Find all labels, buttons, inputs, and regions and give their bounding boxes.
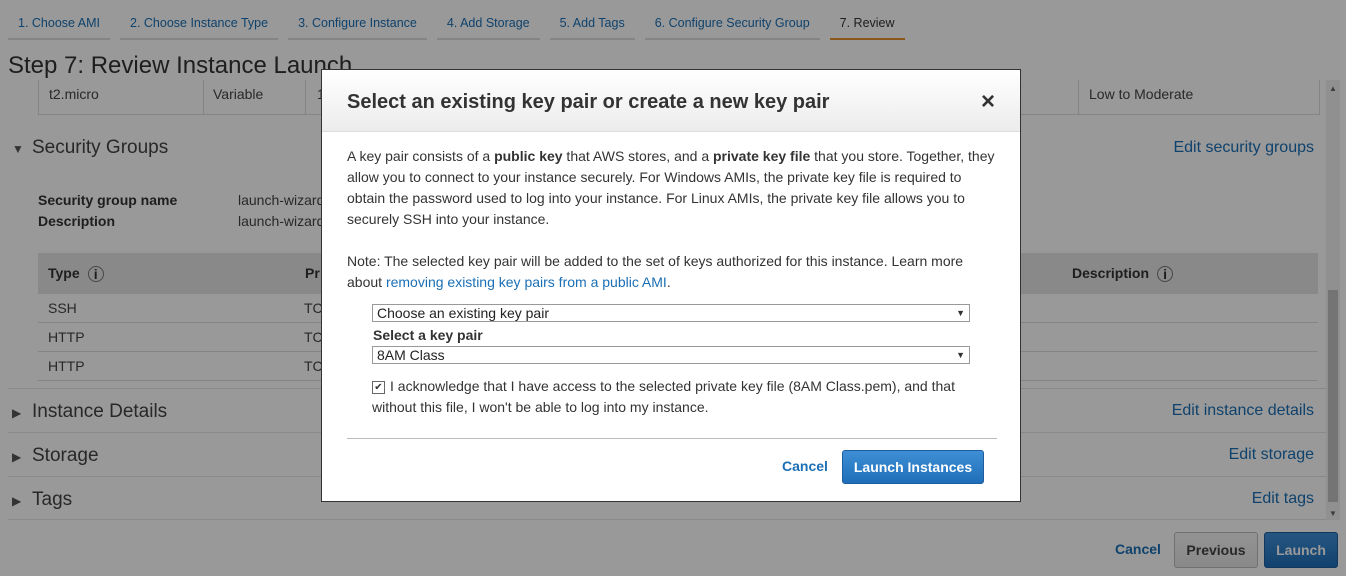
acknowledge-row: ✔ I acknowledge that I have access to the… (372, 376, 972, 418)
select-key-pair-label: Select a key pair (373, 327, 483, 343)
dropdown-arrow-icon: ▼ (956, 350, 965, 360)
dialog-title: Select an existing key pair or create a … (347, 91, 830, 113)
removing-key-pairs-link[interactable]: removing existing key pairs from a publi… (386, 274, 667, 290)
key-pair-explanation: A key pair consists of a public key that… (347, 148, 995, 227)
dialog-cancel-button[interactable]: Cancel (782, 458, 828, 474)
dialog-header: Select an existing key pair or create a … (322, 70, 1020, 132)
dialog-divider (347, 438, 997, 439)
dialog-body: A key pair consists of a public key that… (347, 146, 999, 293)
acknowledge-text: I acknowledge that I have access to the … (372, 378, 955, 415)
launch-instances-button[interactable]: Launch Instances (842, 450, 984, 484)
key-pair-note: Note: The selected key pair will be adde… (347, 253, 964, 290)
key-pair-dialog: Select an existing key pair or create a … (321, 69, 1021, 502)
acknowledge-checkbox[interactable]: ✔ (372, 381, 385, 394)
dropdown-arrow-icon: ▼ (956, 308, 965, 318)
key-pair-option-select[interactable]: Choose an existing key pair ▼ (372, 304, 970, 322)
close-icon[interactable]: × (981, 90, 995, 114)
key-pair-select[interactable]: 8AM Class ▼ (372, 346, 970, 364)
